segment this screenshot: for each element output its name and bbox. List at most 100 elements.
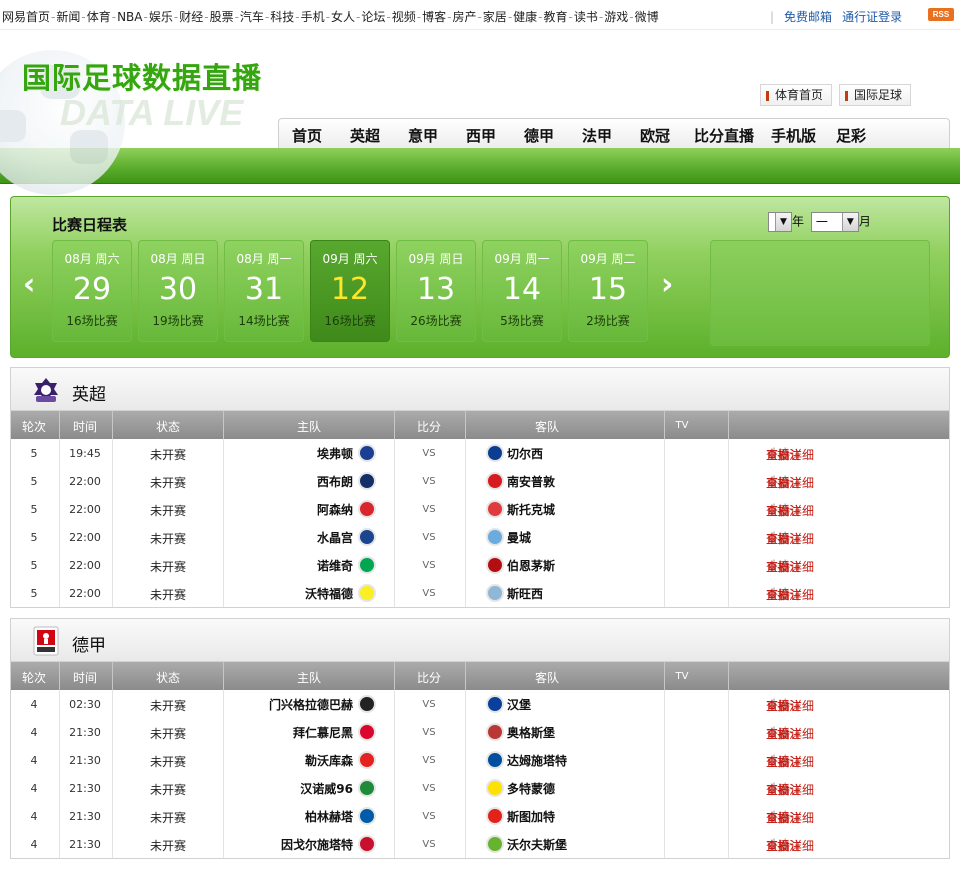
away-team[interactable]: 南安普敦 xyxy=(507,473,555,490)
home-team[interactable]: 门兴格拉德巴赫 xyxy=(269,696,353,713)
away-team[interactable]: 伯恩茅斯 xyxy=(507,557,555,574)
next-arrow-icon[interactable]: › xyxy=(661,267,673,302)
bet-link[interactable]: 投注 xyxy=(777,474,801,491)
double-chevron-down-icon[interactable]: » xyxy=(766,533,777,544)
portal-link[interactable]: 手机 xyxy=(301,10,325,24)
away-team[interactable]: 斯旺西 xyxy=(507,585,543,602)
portal-link[interactable]: 读书 xyxy=(574,10,598,24)
away-team[interactable]: 多特蒙德 xyxy=(507,780,555,797)
double-chevron-down-icon[interactable]: » xyxy=(766,477,777,488)
table-header: 轮次 时间 状态 主队 比分 客队 TV xyxy=(11,411,949,439)
portal-link[interactable]: 教育 xyxy=(544,10,568,24)
home-team[interactable]: 汉诺威96 xyxy=(300,780,353,797)
intl-football-link[interactable]: 国际足球 xyxy=(839,84,912,106)
away-team[interactable]: 斯托克城 xyxy=(507,501,555,518)
date-card[interactable]: 08月 周六 29 16场比赛 xyxy=(52,240,132,342)
nav-home[interactable]: 首页 xyxy=(292,125,322,146)
away-team-crest-icon xyxy=(486,723,504,741)
double-chevron-down-icon[interactable]: » xyxy=(766,812,777,823)
away-team[interactable]: 汉堡 xyxy=(507,696,531,713)
year-select[interactable]: ▼ xyxy=(768,212,792,232)
portal-link[interactable]: 博客 xyxy=(422,10,446,24)
date-card[interactable]: 09月 周六 12 16场比赛 xyxy=(310,240,390,342)
away-team[interactable]: 切尔西 xyxy=(507,445,543,462)
double-chevron-down-icon[interactable]: » xyxy=(766,589,777,600)
free-mail-link[interactable]: 免费邮箱 xyxy=(784,10,832,24)
double-chevron-down-icon[interactable]: » xyxy=(766,449,777,460)
portal-link[interactable]: 汽车 xyxy=(240,10,264,24)
home-team[interactable]: 西布朗 xyxy=(317,473,353,490)
bet-link[interactable]: 投注 xyxy=(777,753,801,770)
away-team[interactable]: 达姆施塔特 xyxy=(507,752,567,769)
bet-link[interactable]: 投注 xyxy=(777,586,801,603)
match-actions: 直播 | 查看详细» | 投注 xyxy=(766,725,815,741)
portal-link[interactable]: 房产 xyxy=(452,10,476,24)
portal-link[interactable]: 娱乐 xyxy=(149,10,173,24)
portal-link[interactable]: 健康 xyxy=(513,10,537,24)
portal-link[interactable]: 女人 xyxy=(331,10,355,24)
nav-la-liga[interactable]: 西甲 xyxy=(466,125,496,146)
home-team[interactable]: 埃弗顿 xyxy=(317,445,353,462)
nav-ligue-1[interactable]: 法甲 xyxy=(582,125,612,146)
portal-link[interactable]: 新闻 xyxy=(56,10,80,24)
date-card[interactable]: 08月 周一 31 14场比赛 xyxy=(224,240,304,342)
bet-link[interactable]: 投注 xyxy=(777,809,801,826)
bet-link[interactable]: 投注 xyxy=(777,558,801,575)
portal-link[interactable]: NBA xyxy=(117,10,142,24)
portal-link[interactable]: 财经 xyxy=(179,10,203,24)
double-chevron-down-icon[interactable]: » xyxy=(766,840,777,851)
nav-premier-league[interactable]: 英超 xyxy=(350,125,380,146)
portal-link[interactable]: 微博 xyxy=(635,10,659,24)
date-card-day: 31 xyxy=(244,272,284,307)
portal-link[interactable]: 论坛 xyxy=(361,10,385,24)
bet-link[interactable]: 投注 xyxy=(777,781,801,798)
double-chevron-down-icon[interactable]: » xyxy=(766,561,777,572)
bet-link[interactable]: 投注 xyxy=(777,697,801,714)
portal-link[interactable]: 家居 xyxy=(483,10,507,24)
date-card[interactable]: 09月 周一 14 5场比赛 xyxy=(482,240,562,342)
bet-link[interactable]: 投注 xyxy=(777,837,801,854)
away-team[interactable]: 斯图加特 xyxy=(507,808,555,825)
nav-bundesliga[interactable]: 德甲 xyxy=(524,125,554,146)
home-team[interactable]: 诺维奇 xyxy=(317,557,353,574)
nav-live-score[interactable]: 比分直播 xyxy=(694,125,754,146)
portal-link[interactable]: 体育 xyxy=(87,10,111,24)
rss-icon[interactable]: RSS xyxy=(928,8,954,21)
home-team[interactable]: 勒沃库森 xyxy=(305,752,353,769)
home-team[interactable]: 水晶宫 xyxy=(317,529,353,546)
login-link[interactable]: 通行证登录 xyxy=(842,10,902,24)
home-team[interactable]: 拜仁慕尼黑 xyxy=(293,724,353,741)
bet-link[interactable]: 投注 xyxy=(777,502,801,519)
double-chevron-down-icon[interactable]: » xyxy=(766,505,777,516)
bet-link[interactable]: 投注 xyxy=(777,530,801,547)
prev-arrow-icon[interactable]: ‹ xyxy=(23,267,35,302)
bet-link[interactable]: 投注 xyxy=(777,446,801,463)
sports-home-link[interactable]: 体育首页 xyxy=(760,84,833,106)
away-team[interactable]: 奥格斯堡 xyxy=(507,724,555,741)
portal-link[interactable]: 科技 xyxy=(270,10,294,24)
site-subtitle: DATA LIVE xyxy=(60,92,244,133)
double-chevron-down-icon[interactable]: » xyxy=(766,784,777,795)
nav-lottery[interactable]: 足彩 xyxy=(836,125,866,146)
portal-link[interactable]: 游戏 xyxy=(604,10,628,24)
double-chevron-down-icon[interactable]: » xyxy=(766,700,777,711)
date-card[interactable]: 09月 周日 13 26场比赛 xyxy=(396,240,476,342)
away-team[interactable]: 曼城 xyxy=(507,529,531,546)
home-team[interactable]: 因戈尔施塔特 xyxy=(281,836,353,853)
date-card[interactable]: 09月 周二 15 2场比赛 xyxy=(568,240,648,342)
home-team[interactable]: 沃特福德 xyxy=(305,585,353,602)
home-team[interactable]: 柏林赫塔 xyxy=(305,808,353,825)
portal-link[interactable]: 网易首页 xyxy=(2,10,50,24)
portal-link[interactable]: 视频 xyxy=(392,10,416,24)
bet-link[interactable]: 投注 xyxy=(777,725,801,742)
nav-serie-a[interactable]: 意甲 xyxy=(408,125,438,146)
double-chevron-down-icon[interactable]: » xyxy=(766,728,777,739)
portal-link[interactable]: 股票 xyxy=(210,10,234,24)
date-card[interactable]: 08月 周日 30 19场比赛 xyxy=(138,240,218,342)
nav-champions-league[interactable]: 欧冠 xyxy=(640,125,670,146)
double-chevron-down-icon[interactable]: » xyxy=(766,756,777,767)
month-select[interactable]: 一 ▼ xyxy=(810,212,859,232)
away-team[interactable]: 沃尔夫斯堡 xyxy=(507,836,567,853)
nav-mobile[interactable]: 手机版 xyxy=(771,125,816,146)
home-team[interactable]: 阿森纳 xyxy=(317,501,353,518)
